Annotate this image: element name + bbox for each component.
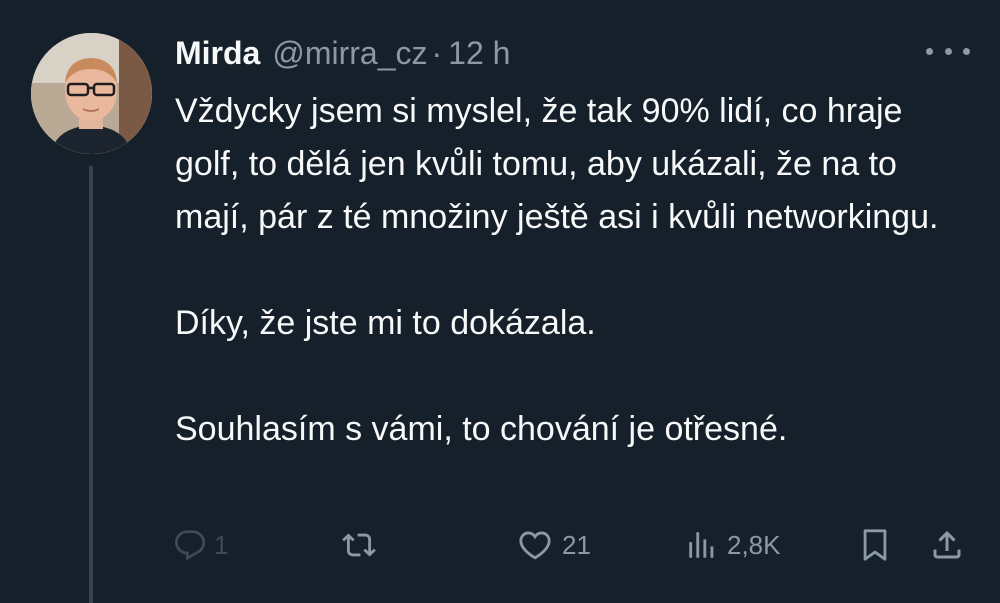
views-button[interactable]: 2,8K [685,520,781,570]
like-count: 21 [562,529,591,560]
user-handle[interactable]: @mirra_cz [272,35,427,72]
action-bar: 1 21 2,8K [0,520,1000,570]
reply-count: 1 [214,529,229,560]
separator-dot: · [431,34,443,71]
more-dot [963,47,970,55]
more-icon[interactable] [926,34,970,68]
display-name[interactable]: Mirda [175,35,260,72]
avatar-image [31,33,152,154]
more-dot [944,47,952,55]
heart-icon [519,531,551,560]
share-icon [933,530,961,559]
share-button[interactable] [929,520,965,570]
bookmark-icon [863,529,887,561]
retweet-icon [342,533,376,557]
tweet-header: Mirda @mirra_cz · 12 h [175,31,510,75]
avatar[interactable] [31,33,152,154]
tweet-paragraph: Díky, že jste mi to dokázala. [175,304,596,342]
more-dot [926,47,933,55]
timestamp[interactable]: 12 h [448,35,510,72]
bookmark-button[interactable] [858,520,892,570]
views-count: 2,8K [727,529,781,560]
tweet-paragraph: Vždycky jsem si myslel, že tak 90% lidí,… [175,92,939,236]
tweet-text: Vždycky jsem si myslel, že tak 90% lidí,… [175,85,975,456]
reply-icon [174,530,206,561]
views-icon [689,532,714,558]
like-button[interactable]: 21 [516,520,591,570]
tweet: Mirda @mirra_cz · 12 h Vždycky jsem si m… [0,0,1000,603]
reply-button[interactable]: 1 [174,520,228,570]
tweet-paragraph: Souhlasím s vámi, to chování je otřesné. [175,410,788,448]
retweet-button[interactable] [340,520,378,570]
